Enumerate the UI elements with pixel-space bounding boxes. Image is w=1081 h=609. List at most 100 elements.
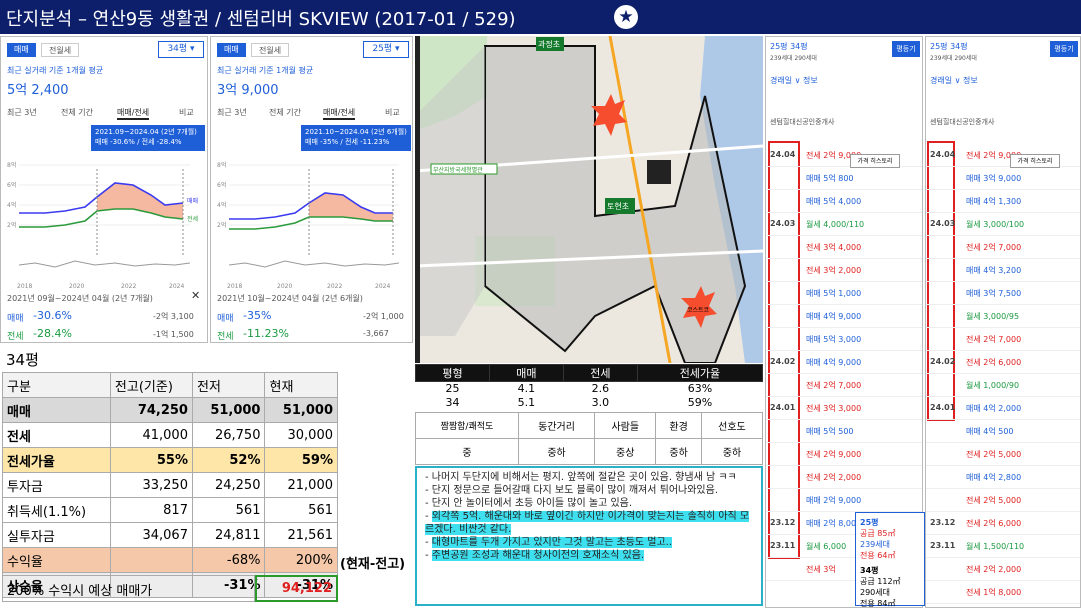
svg-text:8억: 8억 [217,161,226,169]
list-item[interactable]: 매매 5억 4,000 [766,189,922,213]
tooltip-change: 매매 -30.6% / 전세 -28.4% [95,138,182,146]
list-item[interactable]: 매매 5억 1,000 [766,281,922,305]
popup-households: 239세대 [860,540,890,549]
memo-line: - 나머지 두단지에 비해서는 평지. 앞쪽에 절같은 곳이 있음. 향냄새 남… [425,472,737,483]
list-item[interactable]: 매매 5억 3,000 [766,327,922,351]
sort-bar[interactable]: 경래일 ∨ 정보 [770,75,818,86]
list-price: 매매 4억 9,000 [806,358,862,367]
list-price: 전세 2억 6,000 [966,358,1022,367]
list-price: 전세 2억 7,000 [966,243,1022,252]
list-item[interactable]: 전세 2억 5,000 [926,488,1080,512]
list-item[interactable]: 23.11 월세 1,500/110 [926,534,1080,558]
popup-area: 공급 112㎡ [860,577,901,586]
list-item[interactable]: 매매 4억 2,800 [926,465,1080,489]
sale-amount: -2억 3,100 [153,312,194,321]
sale-rate: -30.6% [33,309,72,322]
close-icon[interactable]: ✕ [191,289,200,302]
list-item[interactable]: 월세 1,000/90 [926,373,1080,397]
tab-compare-rent[interactable]: 매매/전세 [117,107,150,120]
list-price: 전세 3억 4,000 [806,243,862,252]
size-select[interactable]: 25평 ▾ [363,41,409,58]
list-item[interactable]: 전세 2억 2,000 [766,465,922,489]
tab-compare[interactable]: 비교 [179,107,194,118]
list-item[interactable]: 월세 3,000/95 [926,304,1080,328]
tab-rent[interactable]: 전월세 [251,43,290,57]
avg-price: 5억 2,400 [7,83,69,98]
year-label: 2018 [227,283,242,290]
list-price: 매매 5억 4,000 [806,197,862,206]
rent-rate: -11.23% [243,327,289,340]
list-price: 전세 2억 2,000 [966,565,1022,574]
tab-sale[interactable]: 매매 [217,43,246,57]
sale-amount: -2억 1,000 [363,312,404,321]
list-price: 매매 4억 2,800 [966,473,1022,482]
filter-button[interactable]: 평등기 [892,41,920,57]
list-item[interactable]: 매매 4억 9,000 [766,304,922,328]
list-item[interactable]: 전세 2억 5,000 [926,442,1080,466]
tab-all[interactable]: 전체 기간 [269,107,301,118]
tab-compare-rent[interactable]: 매매/전세 [323,107,356,120]
list-item[interactable]: 매매 5억 500 [766,419,922,443]
list-item[interactable]: 24.03 월세 3,000/100 [926,212,1080,236]
price-chart: 8억 6억 4억 2억 매매전세 2018 2020 2022 2024 [7,161,198,290]
list-item[interactable]: 24.02 전세 2억 6,000 [926,350,1080,374]
sale-label: 매매 [217,314,234,324]
list-date: 23.12 [930,518,956,527]
list-item[interactable]: 23.12 전세 2억 6,000 [926,511,1080,535]
list-item[interactable]: 전세 3억 2,000 [766,258,922,282]
list-date: 24.01 [930,403,956,412]
popup-25[interactable]: 25평 [860,517,920,528]
tab-3y[interactable]: 최근 3년 [7,107,37,118]
rent-amount: -1억 1,500 [153,330,194,339]
analysis-grid: 구분 전고(기준) 전저 현재 매매 74,250 51,000 51,000 전세 4… [2,372,338,598]
tab-compare[interactable]: 비교 [385,107,400,118]
list-item[interactable]: 24.03 월세 4,000/110 [766,212,922,236]
tab-3y[interactable]: 최근 3년 [217,107,247,118]
list-item[interactable]: 전세 2억 7,000 [926,327,1080,351]
list-item[interactable]: 전세 2억 2,000 [926,557,1080,581]
list-item[interactable]: 24.01 매매 4억 2,000 [926,396,1080,420]
list-item[interactable]: 전세 2억 7,000 [926,235,1080,259]
map[interactable]: 과정초 토현초 부산지방국세청별관 코스트코 [415,36,763,363]
popup-34[interactable]: 34평 [860,565,920,576]
list-item[interactable]: 매매 5억 800 [766,166,922,190]
tab-all[interactable]: 전체 기간 [61,107,93,118]
filter-button[interactable]: 평등기 [1050,41,1078,57]
size-select[interactable]: 34평 ▾ [158,41,204,58]
sale-rate: -35% [243,309,272,322]
tab-sale[interactable]: 매매 [7,43,36,57]
size-tabs[interactable]: 25평 34평 [770,41,808,52]
list-item[interactable]: 매매 4억 1,300 [926,189,1080,213]
list-price: 매매 4억 1,300 [966,197,1022,206]
list-item[interactable]: 매매 3억 7,500 [926,281,1080,305]
svg-text:4억: 4억 [7,201,16,209]
year-label: 2020 [69,283,84,290]
list-item[interactable]: 전세 3억 4,000 [766,235,922,259]
svg-text:전세: 전세 [187,215,198,223]
list-item[interactable]: 매매 3억 9,000 [926,166,1080,190]
sort-bar[interactable]: 경래일 ∨ 정보 [930,75,978,86]
star-icon: ★ [614,5,638,29]
year-label: 2022 [327,283,342,290]
table-title: 34평 [6,351,39,369]
list-item[interactable]: 24.02 매매 4억 9,000 [766,350,922,374]
list-date: 24.03 [770,219,796,228]
avg-label: 최근 실거래 기준 1개월 평균 [217,66,314,75]
list-price: 전세 3억 2,000 [806,266,862,275]
size-tabs[interactable]: 25평 34평 [930,41,968,52]
tab-rent[interactable]: 전월세 [41,43,80,57]
price-panel-34: 매매 전월세 34평 ▾ 최근 실거래 기준 1개월 평균 5억 2,400 최… [0,36,208,343]
list-item[interactable]: 매매 4억 3,200 [926,258,1080,282]
list-item[interactable]: 매매 2억 9,000 [766,488,922,512]
list-item[interactable]: 전세 2억 7,000 [766,373,922,397]
svg-text:2억: 2억 [7,221,16,229]
place-label: 부산지방국세청별관 [433,166,483,174]
list-item[interactable]: 매매 4억 500 [926,419,1080,443]
list-price: 매매 4억 2,000 [966,404,1022,413]
list-price: 매매 2억 8,000 [806,519,862,528]
list-date: 23.11 [930,541,956,550]
list-item[interactable]: 전세 2억 9,000 [766,442,922,466]
list-price: 월세 1,000/90 [966,381,1020,390]
list-item[interactable]: 24.01 전세 3억 3,000 [766,396,922,420]
list-item[interactable]: 전세 1억 8,000 [926,580,1080,604]
